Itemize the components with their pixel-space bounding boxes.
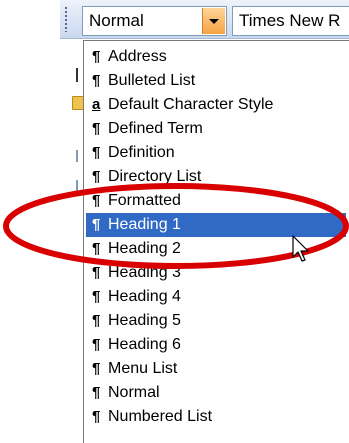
paragraph-mark-icon: ¶ (92, 384, 101, 401)
paragraph-mark-icon: ¶ (92, 168, 101, 185)
style-item-label: Heading 4 (108, 288, 181, 305)
gutter-marker (76, 180, 78, 192)
paragraph-mark-icon: ¶ (92, 288, 101, 305)
style-item-heading-4[interactable]: ¶ Heading 4 (86, 285, 346, 309)
style-item-directory-list[interactable]: ¶ Directory List (86, 165, 346, 189)
paragraph-mark-icon: ¶ (92, 48, 101, 65)
paragraph-mark-icon: ¶ (92, 240, 101, 257)
gutter-marker (76, 150, 78, 162)
style-item-label: Heading 2 (108, 240, 181, 257)
paragraph-mark-icon: ¶ (92, 336, 101, 353)
style-item-heading-1[interactable]: ¶ Heading 1 (86, 213, 346, 237)
character-style-icon: a (92, 96, 101, 113)
style-item-label: Formatted (108, 192, 181, 209)
paragraph-mark-icon: ¶ (92, 408, 101, 425)
paragraph-mark-icon: ¶ (92, 264, 101, 281)
style-item-numbered-list[interactable]: ¶ Numbered List (86, 405, 346, 429)
style-item-label: Definition (108, 144, 175, 161)
style-item-heading-6[interactable]: ¶ Heading 6 (86, 333, 346, 357)
paragraph-mark-icon: ¶ (92, 144, 101, 161)
paragraph-mark-icon: ¶ (92, 360, 101, 377)
toolbar-grip[interactable] (64, 6, 68, 32)
chevron-down-icon (209, 19, 219, 24)
paragraph-mark-icon: ¶ (92, 192, 101, 209)
style-item-formatted[interactable]: ¶ Formatted (86, 189, 346, 213)
style-item-label: Heading 3 (108, 264, 181, 281)
style-item-defined-term[interactable]: ¶ Defined Term (86, 117, 346, 141)
paragraph-mark-icon: ¶ (92, 72, 101, 89)
style-item-heading-5[interactable]: ¶ Heading 5 (86, 309, 346, 333)
style-item-definition[interactable]: ¶ Definition (86, 141, 346, 165)
style-item-label: Default Character Style (108, 96, 274, 113)
style-item-default-character-style[interactable]: a Default Character Style (86, 93, 346, 117)
font-combobox[interactable]: Times New R (232, 6, 349, 36)
font-combo-value: Times New R (239, 11, 341, 30)
style-item-heading-3[interactable]: ¶ Heading 3 (86, 261, 346, 285)
style-item-menu-list[interactable]: ¶ Menu List (86, 357, 346, 381)
style-dropdown-button[interactable] (202, 8, 225, 34)
style-item-normal[interactable]: ¶ Normal (86, 381, 346, 405)
paragraph-mark-icon: ¶ (92, 120, 101, 137)
style-item-address[interactable]: ¶ Address (86, 45, 346, 69)
style-item-label: Heading 6 (108, 336, 181, 353)
style-combobox[interactable]: Normal (82, 6, 227, 36)
gutter-marker (76, 68, 78, 82)
paragraph-mark-icon: ¶ (92, 216, 101, 233)
style-item-label: Normal (108, 384, 160, 401)
style-item-bulleted-list[interactable]: ¶ Bulleted List (86, 69, 346, 93)
style-item-label: Heading 1 (108, 216, 181, 233)
style-dropdown-list[interactable]: ¶ Address ¶ Bulleted List a Default Charact… (83, 40, 349, 443)
style-item-label: Address (108, 48, 167, 65)
style-item-label: Menu List (108, 360, 178, 377)
style-item-label: Heading 5 (108, 312, 181, 329)
style-item-label: Numbered List (108, 408, 213, 425)
document-left-margin (0, 0, 70, 443)
paragraph-mark-icon: ¶ (92, 312, 101, 329)
style-item-heading-2[interactable]: ¶ Heading 2 (86, 237, 346, 261)
style-item-label: Directory List (108, 168, 202, 185)
style-item-label: Bulleted List (108, 72, 196, 89)
style-item-label: Defined Term (108, 120, 203, 137)
style-combo-value: Normal (89, 11, 144, 30)
